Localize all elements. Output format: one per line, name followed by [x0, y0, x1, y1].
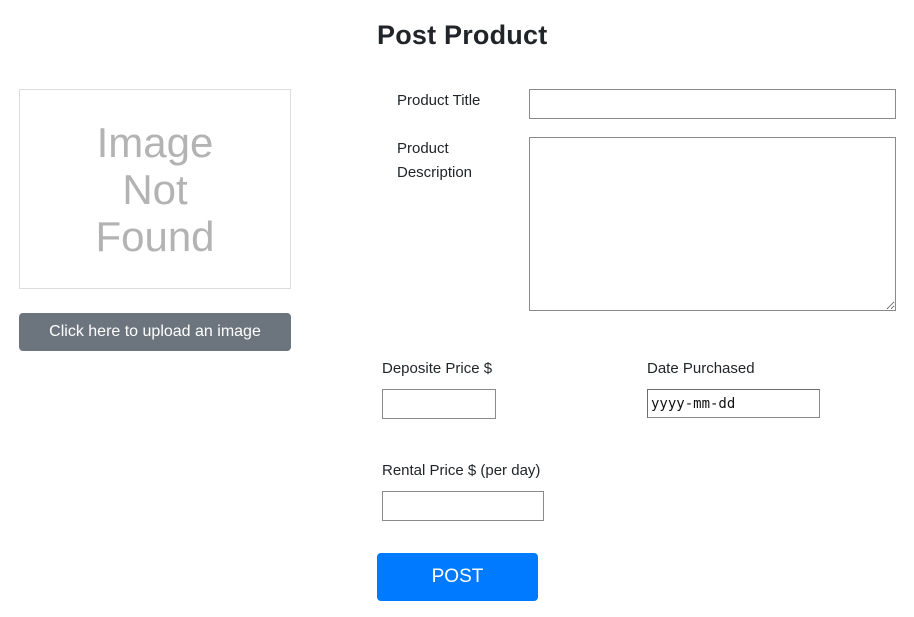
image-not-found-placeholder: Image Not Found: [19, 89, 291, 289]
deposit-price-input[interactable]: [382, 389, 496, 419]
image-not-found-text: Image Not Found: [95, 118, 215, 260]
rental-price-input[interactable]: [382, 491, 544, 521]
rental-price-label: Rental Price $ (per day): [382, 462, 541, 479]
date-purchased-label: Date Purchased: [647, 360, 755, 377]
product-description-textarea[interactable]: [529, 137, 896, 311]
product-description-label: Product Description: [397, 140, 473, 181]
date-placeholder-text: yyyy-mm-dd: [651, 395, 736, 412]
upload-image-button[interactable]: Click here to upload an image: [19, 313, 291, 351]
product-title-label: Product Title: [397, 92, 481, 109]
deposit-price-label: Deposite Price $: [382, 360, 493, 377]
page-title: Post Product: [377, 20, 548, 50]
post-button[interactable]: POST: [377, 553, 538, 601]
product-title-input[interactable]: [529, 89, 896, 119]
date-purchased-input[interactable]: yyyy-mm-dd: [647, 389, 820, 418]
